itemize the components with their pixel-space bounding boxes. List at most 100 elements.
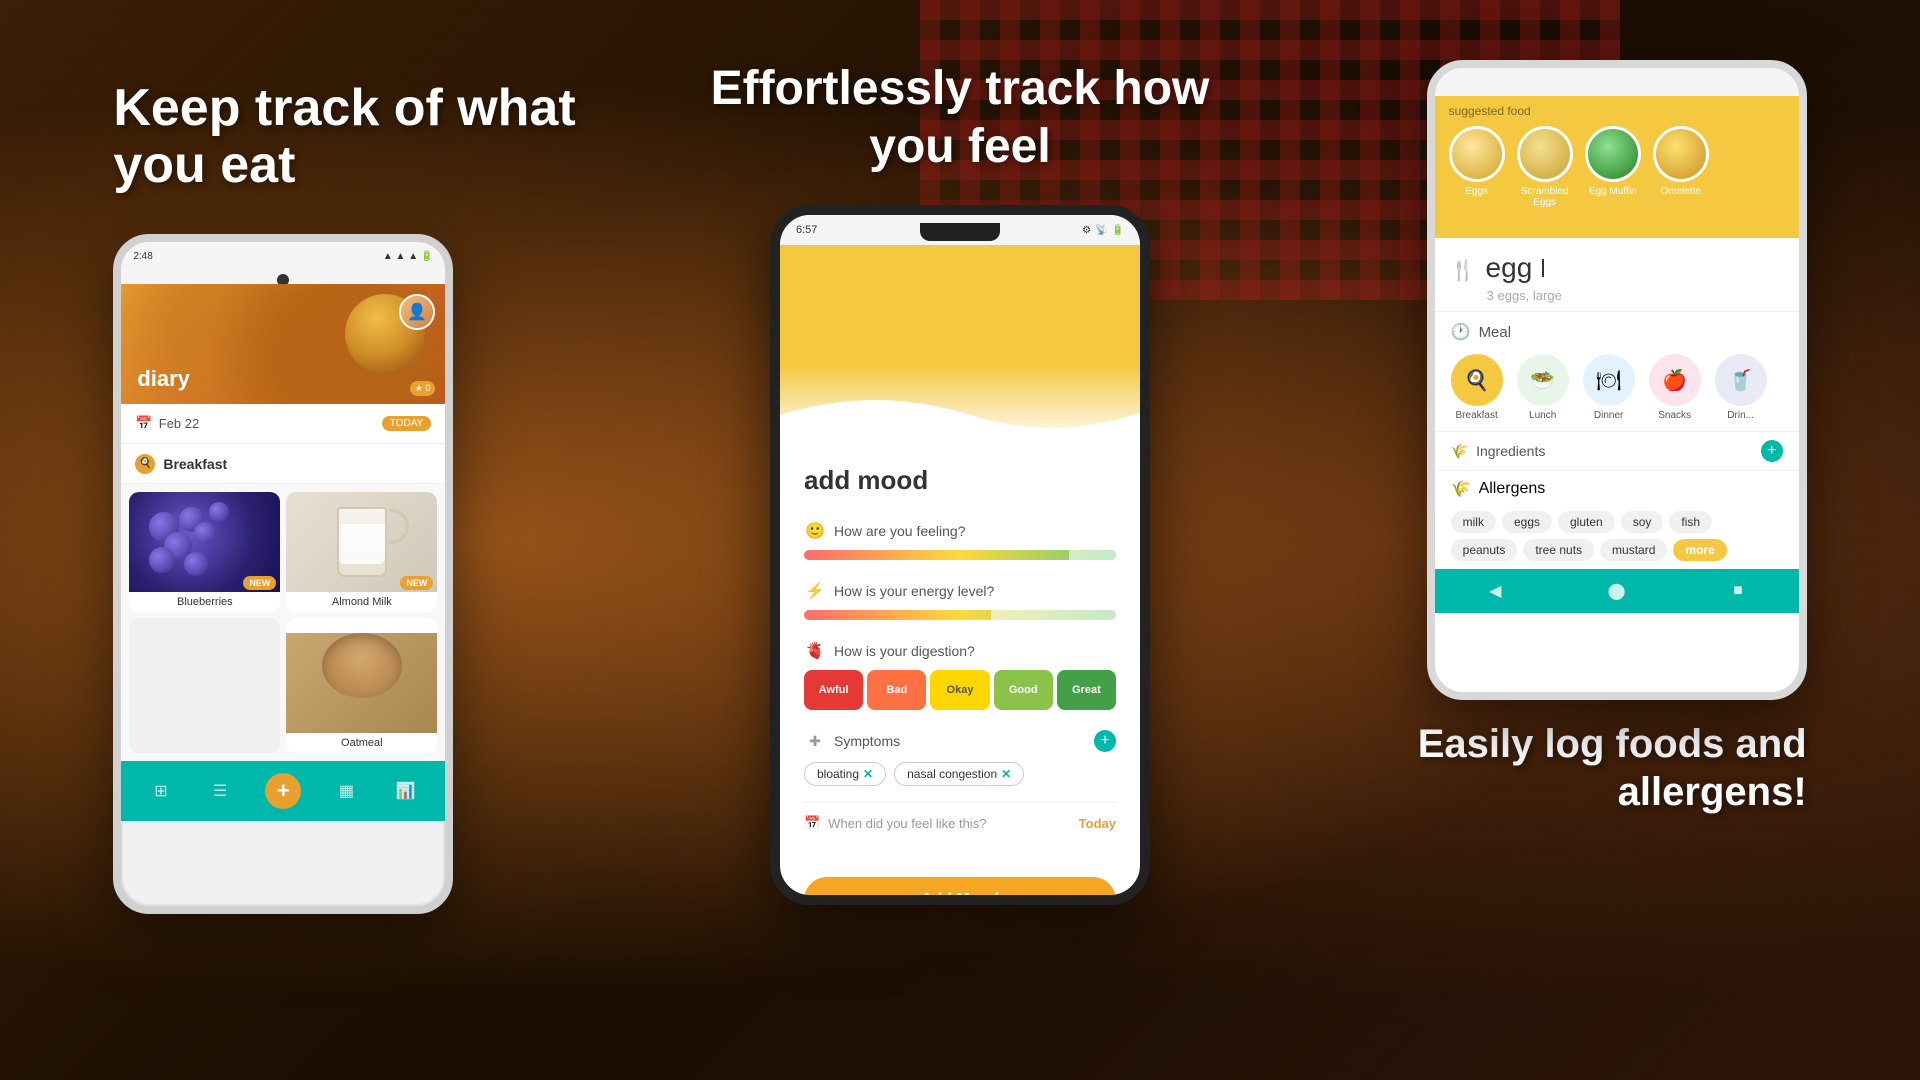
- add-mood-button[interactable]: Add Mood: [804, 877, 1116, 905]
- eggs-label: Eggs: [1465, 186, 1488, 197]
- center-status-icons: ⚙📡🔋: [1082, 225, 1124, 236]
- almond-milk-new-badge: NEW: [400, 576, 433, 590]
- digestion-awful[interactable]: Awful: [804, 670, 863, 710]
- clock-icon: 🕐: [1451, 322, 1471, 342]
- snacks-circle: 🍎: [1649, 354, 1701, 406]
- phone-right-wrapper: suggested food Eggs ScrambledEggs Egg: [1427, 60, 1807, 700]
- suggested-foods-row: Eggs ScrambledEggs Egg Muffin Omele: [1449, 126, 1785, 208]
- meal-drink[interactable]: 🥤 Drin...: [1715, 354, 1767, 421]
- when-value: Today: [1079, 816, 1116, 831]
- bloating-remove[interactable]: ✕: [863, 767, 873, 781]
- center-panel: Effortlessly track how you feel 6:57 ⚙📡🔋…: [700, 40, 1220, 1040]
- allergen-eggs[interactable]: eggs: [1502, 511, 1552, 533]
- sug-food-omelette[interactable]: Omelette: [1653, 126, 1709, 208]
- nav-recent-icon[interactable]: ■: [1728, 581, 1748, 601]
- food-item-blueberries[interactable]: Blueberries NEW: [129, 492, 280, 612]
- muffin-image: [1585, 126, 1641, 182]
- digestion-good[interactable]: Good: [994, 670, 1053, 710]
- meal-title: Meal: [1479, 324, 1512, 341]
- allergen-soy[interactable]: soy: [1621, 511, 1664, 533]
- phone-right: suggested food Eggs ScrambledEggs Egg: [1427, 60, 1807, 700]
- food-grid: Blueberries NEW Almond Milk NEW: [121, 484, 445, 761]
- food-item-empty: [129, 618, 280, 753]
- right-headline: Easily log foods and allergens!: [1327, 720, 1807, 816]
- dinner-meal-label: Dinner: [1594, 410, 1623, 421]
- food-item-oatmeal[interactable]: Oatmeal: [286, 618, 437, 753]
- allergens-header: 🌾 Allergens: [1451, 479, 1783, 499]
- ingredients-add-button[interactable]: +: [1761, 440, 1783, 462]
- symptom-nasal-congestion[interactable]: nasal congestion ✕: [894, 762, 1024, 786]
- omelette-image: [1653, 126, 1709, 182]
- left-time: 2:48: [133, 251, 152, 262]
- main-layout: Keep track of what you eat 2:48 ▲ ▲ ▲ 🔋 …: [0, 0, 1920, 1080]
- when-label: 📅 When did you feel like this?: [804, 815, 986, 831]
- allergen-gluten[interactable]: gluten: [1558, 511, 1615, 533]
- feeling-bar[interactable]: [804, 550, 1116, 560]
- digestion-row: Awful Bad Okay Good Great: [804, 670, 1116, 710]
- digestion-okay[interactable]: Okay: [930, 670, 989, 710]
- symptoms-section: ✚ Symptoms + bloating ✕ nasal congestion…: [804, 730, 1116, 786]
- feeling-question: 🙂 How are you feeling?: [804, 520, 1116, 542]
- nav-home-icon[interactable]: ⬤: [1607, 581, 1627, 601]
- right-nav-bar: ◀ ⬤ ■: [1435, 569, 1799, 613]
- symptoms-add-button[interactable]: +: [1094, 730, 1116, 752]
- symptom-bloating[interactable]: bloating ✕: [804, 762, 886, 786]
- stomach-icon: 🫀: [804, 640, 826, 662]
- digestion-section: 🫀 How is your digestion? Awful Bad Okay …: [804, 640, 1116, 710]
- right-status-bar: [1435, 68, 1799, 96]
- allergens-label: Allergens: [1479, 480, 1546, 498]
- nav-back-icon[interactable]: ◀: [1485, 581, 1505, 601]
- left-panel: Keep track of what you eat 2:48 ▲ ▲ ▲ 🔋 …: [113, 40, 593, 1040]
- nav-add-button[interactable]: +: [265, 773, 301, 809]
- nav-chart-icon[interactable]: 📊: [392, 777, 420, 805]
- snacks-meal-label: Snacks: [1658, 410, 1691, 421]
- mood-hero: [780, 245, 1140, 445]
- meal-breakfast[interactable]: 🍳 Breakfast: [1451, 354, 1503, 421]
- left-status-bar: 2:48 ▲ ▲ ▲ 🔋: [121, 242, 445, 270]
- sug-food-muffin[interactable]: Egg Muffin: [1585, 126, 1641, 208]
- phone-left: 2:48 ▲ ▲ ▲ 🔋 diary 👤 ★ 0: [113, 234, 453, 914]
- food-item-almond-milk[interactable]: Almond Milk NEW: [286, 492, 437, 612]
- oatmeal-image: [286, 633, 437, 733]
- center-time: 6:57: [796, 224, 817, 236]
- blueberries-new-badge: NEW: [243, 576, 276, 590]
- omelette-label: Omelette: [1660, 186, 1701, 197]
- diary-date: Feb 22: [159, 416, 199, 431]
- meal-snacks[interactable]: 🍎 Snacks: [1649, 354, 1701, 421]
- diary-date-bar: 📅 Feb 22 TODAY: [121, 404, 445, 444]
- sug-food-scrambled[interactable]: ScrambledEggs: [1517, 126, 1573, 208]
- wheat-icon: 🌾: [1451, 443, 1468, 460]
- food-search-input[interactable]: egg: [1486, 252, 1533, 284]
- nav-bookmark-icon[interactable]: ☰: [206, 777, 234, 805]
- energy-bar[interactable]: [804, 610, 1116, 620]
- allergen-peanuts[interactable]: peanuts: [1451, 539, 1518, 561]
- nasal-remove[interactable]: ✕: [1001, 767, 1011, 781]
- meal-lunch[interactable]: 🥗 Lunch: [1517, 354, 1569, 421]
- nav-grid-icon[interactable]: ⊞: [147, 777, 175, 805]
- allergen-tree-nuts[interactable]: tree nuts: [1523, 539, 1594, 561]
- scrambled-label: ScrambledEggs: [1521, 186, 1569, 208]
- ingredients-label: Ingredients: [1476, 443, 1545, 459]
- food-search-area: 🍴 egg 3 eggs, large: [1435, 238, 1799, 311]
- energy-question: ⚡ How is your energy level?: [804, 580, 1116, 602]
- meal-options: 🍳 Breakfast 🥗 Lunch 🍽 Dinner 🍎: [1451, 354, 1783, 421]
- sug-food-eggs[interactable]: Eggs: [1449, 126, 1505, 208]
- allergen-milk[interactable]: milk: [1451, 511, 1496, 533]
- digestion-bad[interactable]: Bad: [867, 670, 926, 710]
- allergens-more[interactable]: more: [1673, 539, 1726, 561]
- phone-center: 6:57 ⚙📡🔋 add mood 🙂 How are you fe: [770, 205, 1150, 905]
- feeling-section: 🙂 How are you feeling?: [804, 520, 1116, 560]
- digestion-great[interactable]: Great: [1057, 670, 1116, 710]
- when-section: 📅 When did you feel like this? Today: [804, 802, 1116, 831]
- meal-dinner[interactable]: 🍽 Dinner: [1583, 354, 1635, 421]
- nav-calendar-icon[interactable]: ▦: [332, 777, 360, 805]
- allergen-fish[interactable]: fish: [1669, 511, 1712, 533]
- suggested-label: suggested food: [1449, 104, 1785, 118]
- allergen-mustard[interactable]: mustard: [1600, 539, 1667, 561]
- left-status-icons: ▲ ▲ ▲ 🔋: [383, 251, 433, 262]
- drink-meal-label: Drin...: [1727, 410, 1754, 421]
- almond-milk-name: Almond Milk: [286, 592, 437, 612]
- symptom-tags: bloating ✕ nasal congestion ✕: [804, 762, 1116, 786]
- energy-section: ⚡ How is your energy level?: [804, 580, 1116, 620]
- phone-notch: [920, 223, 1000, 241]
